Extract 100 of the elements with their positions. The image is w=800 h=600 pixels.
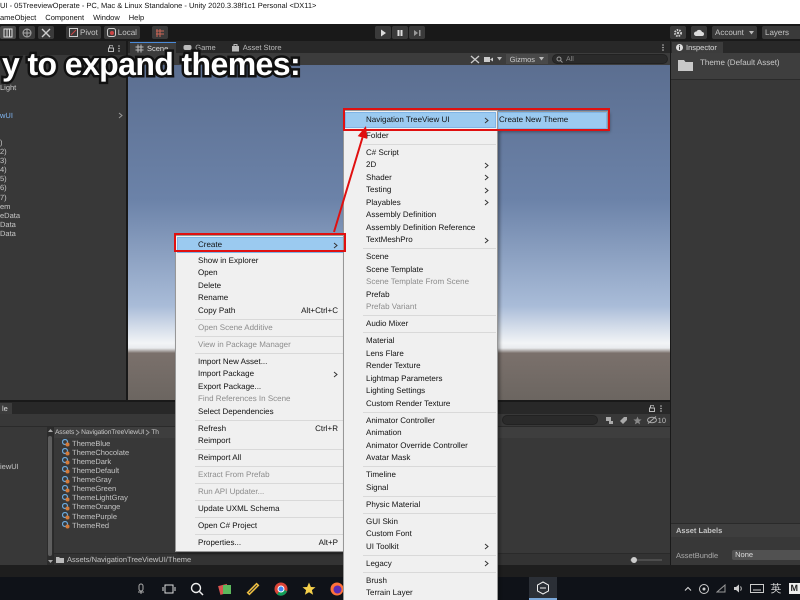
menu-item[interactable]: Signal (345, 482, 496, 494)
caret-down-icon (48, 560, 52, 563)
menu-item[interactable]: Animator Override Controller (345, 440, 496, 452)
menu-item[interactable]: Animation (345, 427, 496, 440)
menu-item[interactable]: Refresh Ctrl+R (177, 422, 345, 435)
menu-item[interactable]: Create New Theme (498, 112, 607, 129)
tools-button[interactable] (38, 26, 54, 39)
cloud-icon (694, 28, 704, 38)
menu-item[interactable]: Select Dependencies (177, 406, 345, 418)
asset-title: Theme (Default Asset) (700, 58, 780, 67)
menu-item[interactable]: Copy Path Alt+Ctrl+C (177, 304, 345, 317)
menu-item[interactable]: Lightmap Parameters (345, 372, 496, 385)
grid-button[interactable] (0, 26, 16, 39)
filter-type-icon[interactable] (604, 416, 614, 424)
chevron-right-icon (118, 112, 123, 119)
shortcut-text: Ctrl+R (315, 422, 338, 434)
menu-item[interactable]: Timeline (345, 469, 496, 482)
menu-item[interactable]: 2D (345, 159, 496, 172)
pause-button[interactable] (392, 26, 408, 39)
snap-grid-button[interactable] (152, 26, 168, 39)
scrollbar[interactable] (47, 427, 53, 565)
menu-item[interactable]: Terrain Layer (345, 587, 496, 600)
menu-item[interactable]: Open C# Project (177, 520, 345, 532)
menu-item[interactable]: Reimport All (177, 452, 345, 464)
menu-item[interactable]: Show in Explorer (177, 254, 345, 267)
grid-icon (3, 28, 13, 38)
star-icon[interactable] (302, 582, 316, 596)
menu-item[interactable]: Scene (345, 251, 496, 264)
local-icon (106, 28, 116, 37)
ring-logo-icon[interactable] (274, 582, 288, 596)
menu-item[interactable]: Scene Template (345, 264, 496, 276)
menu-item[interactable]: Assembly Definition (345, 209, 496, 222)
cube-logo-icon[interactable] (536, 580, 550, 594)
pivot-button[interactable]: Pivot (66, 26, 101, 39)
magnifier-icon[interactable] (190, 582, 204, 596)
flame-logo-icon[interactable] (330, 582, 344, 596)
menu-item[interactable]: Navigation TreeView UI (345, 112, 496, 128)
menu-item[interactable]: Material (345, 335, 496, 348)
menu-item[interactable]: Physic Material (345, 498, 496, 511)
menu-item[interactable]: Audio Mixer (345, 318, 496, 330)
settings-icon (673, 28, 683, 38)
ime-indicator[interactable]: 英 (770, 581, 782, 596)
lock-icon[interactable] (108, 44, 114, 52)
striped-app-icon[interactable] (246, 582, 260, 596)
chevron-up-icon[interactable] (684, 586, 692, 591)
speaker-icon[interactable] (732, 584, 742, 593)
menu-item[interactable]: Playables (345, 196, 496, 209)
menu-item[interactable]: Custom Font (345, 528, 496, 540)
lock-icon[interactable] (649, 404, 655, 412)
globe-button[interactable] (19, 26, 35, 39)
cloud-button[interactable] (691, 26, 707, 39)
play-button[interactable] (375, 26, 391, 39)
menu-item[interactable]: Assembly Definition Reference (345, 222, 496, 234)
menu-item[interactable]: Import New Asset... (177, 356, 345, 368)
menu-item[interactable]: Open (177, 267, 345, 280)
menu-item[interactable]: Testing (345, 184, 496, 196)
menu-item[interactable]: Avatar Mask (345, 452, 496, 464)
cards-icon[interactable] (218, 582, 232, 596)
menu-item[interactable]: Custom Render Texture (345, 398, 496, 410)
settings-button[interactable] (670, 26, 686, 39)
menu-item[interactable]: Render Texture (345, 360, 496, 372)
menu-item[interactable]: UI Toolkit (345, 540, 496, 553)
menu-item[interactable]: Lighting Settings (345, 385, 496, 398)
menu-item[interactable]: C# Script (345, 146, 496, 159)
tray-badge[interactable]: M (788, 583, 800, 594)
search-icon (556, 56, 563, 62)
menu-item[interactable]: Delete (177, 280, 345, 292)
menu-item[interactable]: Export Package... (177, 380, 345, 393)
camera-dropdown[interactable] (484, 54, 502, 64)
zoom-slider[interactable] (630, 556, 662, 562)
window-stack-icon[interactable] (162, 582, 176, 596)
menu-item[interactable]: Animator Controller (345, 414, 496, 427)
menu-item[interactable]: Legacy (345, 558, 496, 570)
menu-item[interactable]: Reimport (177, 435, 345, 448)
tools-icon[interactable] (470, 54, 480, 64)
wifi-icon[interactable] (716, 584, 726, 593)
menu-item[interactable]: Rename (177, 292, 345, 304)
menu-item[interactable]: Brush (345, 574, 496, 587)
menu-item[interactable]: TextMeshPro (345, 234, 496, 246)
menu-item[interactable]: Properties... Alt+P (177, 537, 345, 550)
slider-thumb[interactable] (631, 556, 638, 562)
menu-item[interactable]: Shader (345, 172, 496, 184)
menu-item[interactable]: Prefab (345, 288, 496, 301)
menu-item[interactable]: Update UXML Schema (177, 503, 345, 516)
local-button[interactable]: Local (104, 26, 140, 39)
step-button[interactable] (409, 26, 425, 39)
star-icon[interactable] (632, 416, 642, 424)
menu-item[interactable]: Folder (345, 130, 496, 142)
keyboard-icon[interactable] (750, 584, 764, 593)
search-field[interactable] (502, 415, 598, 425)
menu-item[interactable]: Lens Flare (345, 348, 496, 360)
folder-icon (56, 556, 64, 563)
layers-dropdown[interactable]: Layers (762, 26, 800, 39)
shortcut-text: Alt+Ctrl+C (301, 304, 338, 316)
menu-item[interactable]: GUI Skin (345, 516, 496, 528)
eye-slash-icon[interactable] (646, 416, 657, 424)
pause-icon (395, 28, 405, 38)
menu-item[interactable]: Import Package (177, 368, 345, 380)
account-dropdown[interactable]: Account (712, 26, 757, 39)
info-icon (676, 44, 683, 51)
